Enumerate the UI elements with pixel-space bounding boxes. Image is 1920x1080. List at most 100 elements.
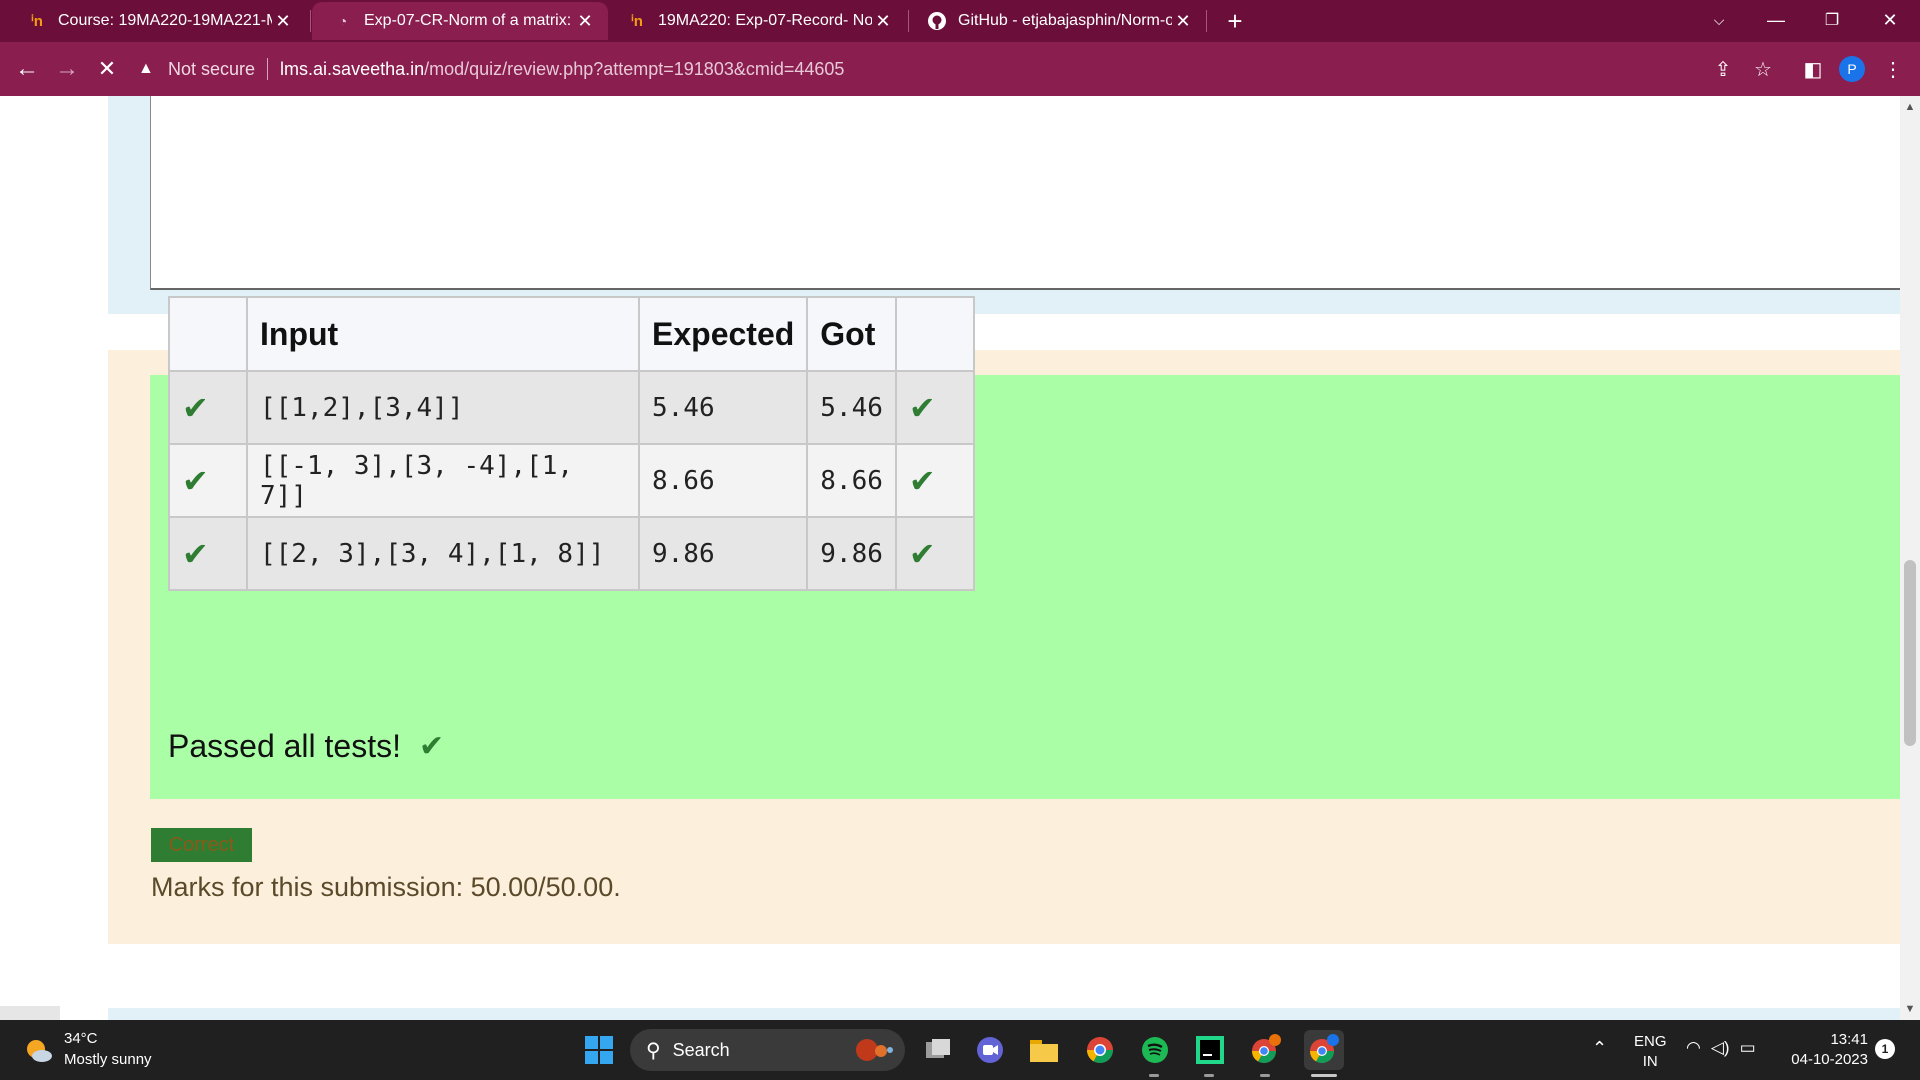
weather-sun-cloud-icon[interactable] [24,1036,54,1066]
running-indicator [1149,1074,1159,1077]
teams-chat-icon[interactable] [974,1034,1006,1066]
tray-overflow-chevron-icon[interactable]: ⌃ [1592,1038,1607,1059]
pass-check-icon: ✔ [168,516,248,591]
weather-description: Mostly sunny [64,1051,152,1068]
table-row: ✔ [[-1, 3],[3, -4],[1, 7]] 8.66 8.66 ✔ [168,443,975,518]
header-expected: Expected [637,296,809,372]
loading-icon: ◔ [338,13,348,29]
page-scrollbar[interactable] [1900,96,1920,1020]
chrome-icon[interactable] [1084,1034,1116,1066]
volume-icon: ◁) [1710,1038,1730,1057]
cell-expected: 9.86 [637,516,809,591]
cell-input: [[-1, 3],[3, -4],[1, 7]] [246,443,640,518]
tab-github[interactable]: GitHub - etjabajasphin/Norm-of ✕ [906,2,1206,40]
wifi-icon: ◠ [1686,1038,1701,1057]
minimize-icon[interactable]: — [1754,0,1798,40]
search-icon: ⚲ [646,1039,661,1062]
github-icon [926,12,948,30]
running-indicator [1260,1074,1270,1077]
moodle-icon: ⁱn [631,13,643,30]
pass-check-icon: ✔ [168,443,248,518]
address-divider [267,58,269,80]
side-tab [0,1006,60,1020]
header-input: Input [246,296,640,372]
warning-icon: ▲ [138,60,154,77]
tab-course[interactable]: ⁱn Course: 19MA220-19MA221-Ma ✕ [6,2,306,40]
search-highlight-icon [856,1039,893,1061]
tab-title: Exp-07-CR-Norm of a matrix: At [364,12,574,29]
header-status [168,296,248,372]
address-bar[interactable]: ▲ Not secure lms.ai.saveetha.in/mod/quiz… [138,50,1703,88]
restore-icon[interactable]: ❐ [1810,0,1854,40]
chrome-active-icon[interactable] [1304,1030,1344,1070]
spotify-icon[interactable] [1139,1034,1171,1066]
profile-avatar[interactable]: P [1839,56,1865,82]
test-results-table: Input Expected Got ✔ [[1,2],[3,4]] 5.46 … [168,296,975,591]
close-icon[interactable]: ✕ [272,10,294,32]
table-row: ✔ [[1,2],[3,4]] 5.46 5.46 ✔ [168,370,975,445]
header-result [894,296,975,372]
active-indicator [1311,1074,1337,1077]
new-tab-button[interactable]: + [1220,6,1250,36]
tab-title: 19MA220: Exp-07-Record- Norm [658,12,872,29]
stop-loading-icon[interactable]: ✕ [92,54,122,84]
forward-icon[interactable]: → [52,54,82,84]
pass-check-icon: ✔ [419,729,445,764]
next-question-strip [108,1008,1900,1020]
clock-time: 13:41 [1830,1031,1868,1048]
pass-check-icon: ✔ [168,370,248,445]
system-tray[interactable]: ◠ ◁) ▭ [1686,1038,1756,1058]
windows-start-icon[interactable] [585,1036,613,1064]
table-row: ✔ [[2, 3],[3, 4],[1, 8]] 9.86 9.86 ✔ [168,516,975,591]
language-indicator[interactable]: ENG IN [1634,1032,1667,1072]
cell-got: 9.86 [806,516,897,591]
back-icon[interactable]: ← [12,54,42,84]
battery-icon: ▭ [1739,1038,1756,1057]
close-icon[interactable]: ✕ [872,10,894,32]
close-icon[interactable]: ✕ [574,10,596,32]
tab-exp-07-cr[interactable]: ◔ Exp-07-CR-Norm of a matrix: At ✕ [312,2,608,40]
scroll-up-arrow-icon[interactable]: ▲ [1900,98,1920,116]
clock-date: 04-10-2023 [1791,1051,1868,1068]
tab-exp-07-record[interactable]: ⁱn 19MA220: Exp-07-Record- Norm ✕ [606,2,906,40]
tab-strip: ⁱn Course: 19MA220-19MA221-Ma ✕ ◔ Exp-07… [0,0,1920,42]
system-clock[interactable]: 13:41 04-10-2023 [1782,1030,1868,1070]
marks-text: Marks for this submission: 50.00/50.00. [151,872,621,902]
pass-check-icon: ✔ [894,516,975,591]
windows-taskbar: 34°C Mostly sunny ⚲ Search ⌃ ENG IN ◠ ◁) [0,1020,1920,1080]
cell-got: 5.46 [806,370,897,445]
tab-title: Course: 19MA220-19MA221-Ma [58,12,272,29]
close-window-icon[interactable]: ✕ [1868,0,1912,40]
taskbar-search[interactable]: ⚲ Search [630,1029,905,1071]
pass-check-icon: ✔ [894,370,975,445]
browser-toolbar: ← → ✕ ▲ Not secure lms.ai.saveetha.in/mo… [0,42,1920,96]
side-panel-icon[interactable]: ◧ [1798,54,1828,84]
passed-label: Passed all tests! [168,728,401,764]
file-explorer-icon[interactable] [1028,1034,1060,1066]
cell-input: [[1,2],[3,4]] [246,370,640,445]
tab-title: GitHub - etjabajasphin/Norm-of [958,12,1172,29]
task-view-icon[interactable] [922,1034,954,1066]
weather-temperature: 34°C [64,1030,98,1047]
url-host: lms.ai.saveetha.in [280,58,425,79]
close-icon[interactable]: ✕ [1172,10,1194,32]
code-answer-box[interactable] [150,96,1901,290]
chrome-profile-icon[interactable] [1250,1034,1282,1066]
bookmark-star-icon[interactable]: ☆ [1748,54,1778,84]
table-header-row: Input Expected Got [168,296,975,372]
correct-badge: Correct [151,828,252,862]
passed-all-tests: Passed all tests! ✔ [168,728,444,765]
tab-separator [310,10,311,32]
scroll-down-arrow-icon[interactable]: ▼ [1900,1000,1920,1018]
search-label: Search [672,1039,730,1060]
share-icon[interactable]: ⇪ [1708,54,1738,84]
pycharm-icon[interactable] [1194,1034,1226,1066]
scrollbar-thumb[interactable] [1904,560,1916,746]
security-label: Not secure [168,58,256,79]
pass-check-icon: ✔ [894,443,975,518]
notification-badge[interactable]: 1 [1875,1039,1895,1059]
menu-kebab-icon[interactable]: ⋮ [1878,54,1908,84]
tab-search-icon[interactable]: ⌵ [1697,0,1741,40]
cell-got: 8.66 [806,443,897,518]
url-path: /mod/quiz/review.php?attempt=191803&cmid… [424,58,845,79]
